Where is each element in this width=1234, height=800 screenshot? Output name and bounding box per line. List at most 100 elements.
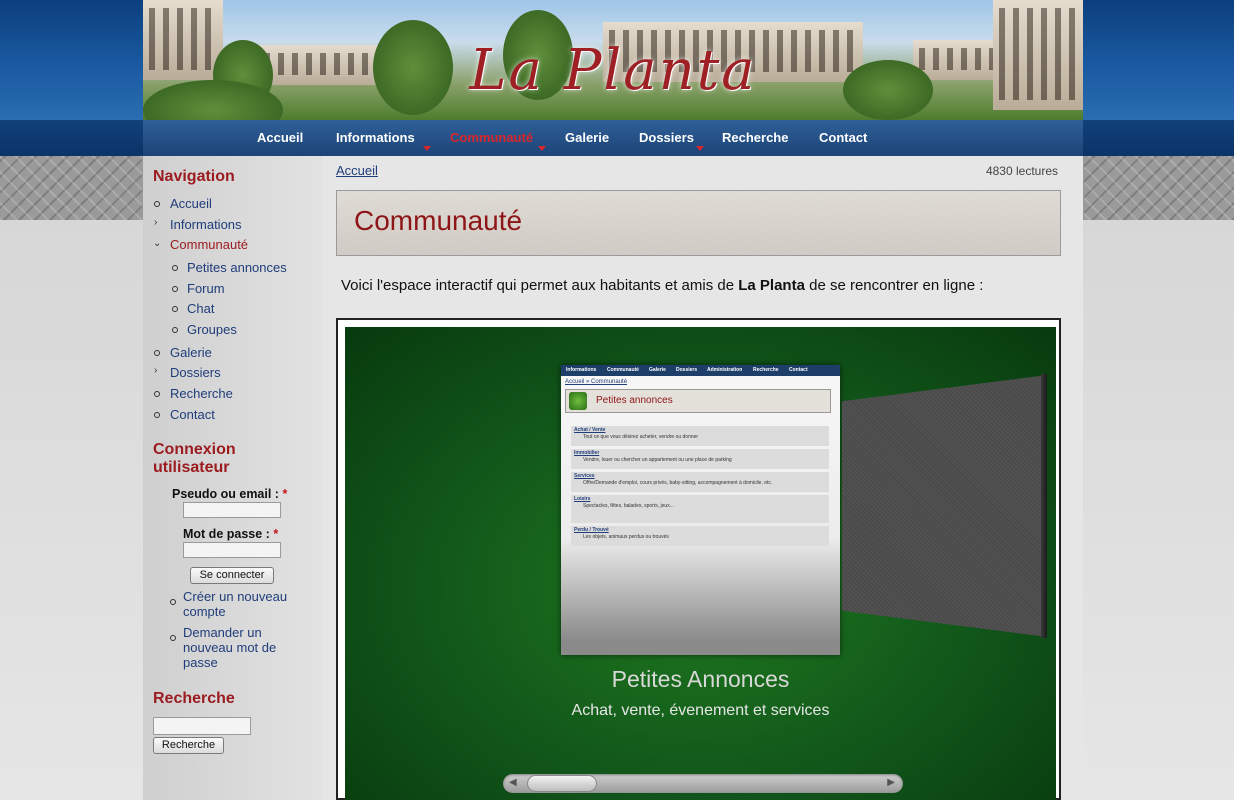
sidebar-item-dossiers[interactable]: Dossiers — [170, 365, 221, 380]
preview-row-desc: Tout ce que vous désirez acheter, vendre… — [583, 434, 699, 440]
login-heading-line: Connexion — [153, 441, 236, 458]
preview-row-title: Achat / Vente — [574, 427, 606, 433]
username-input[interactable] — [183, 502, 281, 518]
nav-item-communaute[interactable]: Communauté — [450, 130, 533, 145]
preview-nav-item: Communauté — [607, 367, 639, 373]
sidebar-item-recherche[interactable]: Recherche — [170, 386, 233, 401]
reset-password-line: nouveau mot de — [183, 640, 277, 655]
carousel-scrollbar[interactable]: ◀ ▶ — [503, 774, 903, 793]
preview-nav-item: Informations — [566, 367, 597, 373]
preview-nav: Informations Communauté Galerie Dossiers… — [561, 365, 840, 376]
preview-row-title: Loisirs — [574, 496, 591, 502]
page-title-box: Communauté — [336, 190, 1061, 256]
carousel-slide-title: Petites Annonces — [611, 666, 790, 692]
page-title: Communauté — [354, 205, 523, 236]
chevron-right-icon: › — [154, 217, 158, 228]
preview-row: Immobilier Vendre, louer ou chercher un … — [571, 449, 829, 469]
preview-row: Loisirs Spectacles, fêtes, balades, spor… — [571, 495, 829, 523]
create-account-line: Créer un nouveau — [183, 589, 288, 604]
password-label-text: Mot de passe : — [183, 527, 270, 541]
intro-text-before: Voici l'espace interactif qui permet aux… — [341, 277, 739, 294]
carousel-frame: Informations Communauté Galerie Dossiers… — [336, 318, 1061, 800]
required-mark: * — [273, 527, 279, 541]
create-account-link[interactable]: Créer un nouveau compte — [183, 589, 287, 619]
carousel-slide-subtitle: Achat, vente, évenement et services — [571, 702, 830, 719]
chevron-down-icon: ⌄ — [153, 238, 162, 249]
nav-item-accueil[interactable]: Accueil — [257, 130, 303, 145]
nav-item-galerie[interactable]: Galerie — [565, 130, 609, 145]
nav-item-contact[interactable]: Contact — [819, 130, 867, 145]
login-heading-line: utilisateur — [153, 459, 230, 476]
navigation-heading: Navigation — [153, 168, 235, 185]
banner-building — [143, 0, 223, 80]
login-button[interactable]: Se connecter — [190, 567, 274, 584]
preview-title: Petites annonces — [596, 395, 673, 406]
bullet-icon — [172, 306, 178, 312]
scrollbar-thumb[interactable] — [527, 775, 597, 792]
preview-row: Achat / Vente Tout ce que vous désirez a… — [571, 426, 829, 446]
preview-nav-item: Galerie — [649, 367, 666, 373]
reset-password-line: Demander un — [183, 625, 262, 640]
sidebar-item-communaute[interactable]: Communauté — [170, 237, 248, 252]
bullet-icon — [170, 635, 176, 641]
site-banner: La Planta — [143, 0, 1083, 120]
nav-item-dossiers[interactable]: Dossiers — [639, 130, 694, 145]
intro-text-after: de se rencontrer en ligne : — [804, 277, 984, 294]
username-label-text: Pseudo ou email : — [172, 487, 279, 501]
preview-row-title: Perdu / Trouvé — [574, 527, 609, 533]
preview-row-desc: Offre/Demande d'emploi, cours privés, ba… — [583, 480, 773, 486]
sidebar: Navigation Accueil › Informations ⌄ Comm… — [143, 156, 322, 800]
bullet-icon — [172, 327, 178, 333]
login-heading: Connexion utilisateur — [153, 441, 236, 477]
nav-item-recherche[interactable]: Recherche — [722, 130, 788, 145]
breadcrumb[interactable]: Accueil — [336, 163, 378, 178]
sidebar-item-galerie[interactable]: Galerie — [170, 345, 212, 360]
search-heading: Recherche — [153, 690, 235, 707]
username-label: Pseudo ou email : * — [172, 487, 287, 501]
preview-row: Services Offre/Demande d'emploi, cours p… — [571, 472, 829, 492]
preview-breadcrumb: Accueil » Communauté — [565, 379, 628, 385]
bullet-icon — [154, 412, 160, 418]
site-logo-title: La Planta — [469, 38, 757, 103]
bullet-icon — [154, 350, 160, 356]
password-label: Mot de passe : * — [183, 527, 278, 541]
preview-nav-item: Recherche — [753, 367, 779, 373]
sidebar-item-contact[interactable]: Contact — [170, 407, 215, 422]
carousel-slide-preview[interactable]: Informations Communauté Galerie Dossiers… — [561, 365, 840, 655]
nav-item-informations[interactable]: Informations — [336, 130, 415, 145]
preview-nav-item: Contact — [789, 367, 808, 373]
bullet-icon — [154, 201, 160, 207]
sidebar-item-informations[interactable]: Informations — [170, 217, 242, 232]
banner-building — [258, 45, 378, 85]
banner-tree — [843, 60, 933, 120]
reset-password-line: passe — [183, 655, 218, 670]
main-content: Accueil 4830 lectures Communauté Voici l… — [322, 156, 1083, 800]
carousel-slide-edge — [1041, 374, 1047, 638]
password-input[interactable] — [183, 542, 281, 558]
dropdown-arrow-icon — [696, 146, 704, 151]
dropdown-arrow-icon — [423, 146, 431, 151]
chevron-right-icon: › — [154, 365, 158, 376]
preview-title-box: Petites annonces — [565, 389, 831, 413]
scroll-right-icon[interactable]: ▶ — [887, 777, 895, 788]
preview-nav-item: Administration — [707, 367, 743, 373]
intro-text: Voici l'espace interactif qui permet aux… — [341, 277, 983, 294]
preview-row: Perdu / Trouvé Les objets, animaux perdu… — [571, 526, 829, 546]
search-button[interactable]: Recherche — [153, 737, 224, 754]
reset-password-link[interactable]: Demander un nouveau mot de passe — [183, 625, 276, 670]
preview-row-desc: Spectacles, fêtes, balades, sports, jeux… — [583, 503, 674, 509]
sidebar-item-groupes[interactable]: Groupes — [187, 322, 237, 337]
search-input[interactable] — [153, 717, 251, 735]
preview-row-desc: Les objets, animaux perdus ou trouvés — [583, 534, 669, 540]
bullet-icon — [170, 599, 176, 605]
required-mark: * — [282, 487, 288, 501]
sidebar-item-accueil[interactable]: Accueil — [170, 196, 212, 211]
bullet-icon — [172, 265, 178, 271]
carousel-next-slide[interactable] — [842, 375, 1047, 637]
sidebar-item-petites-annonces[interactable]: Petites annonces — [187, 260, 287, 275]
preview-row-title: Services — [574, 473, 595, 479]
announcement-icon — [569, 392, 587, 410]
scroll-left-icon[interactable]: ◀ — [509, 777, 517, 788]
sidebar-item-forum[interactable]: Forum — [187, 281, 225, 296]
sidebar-item-chat[interactable]: Chat — [187, 301, 214, 316]
